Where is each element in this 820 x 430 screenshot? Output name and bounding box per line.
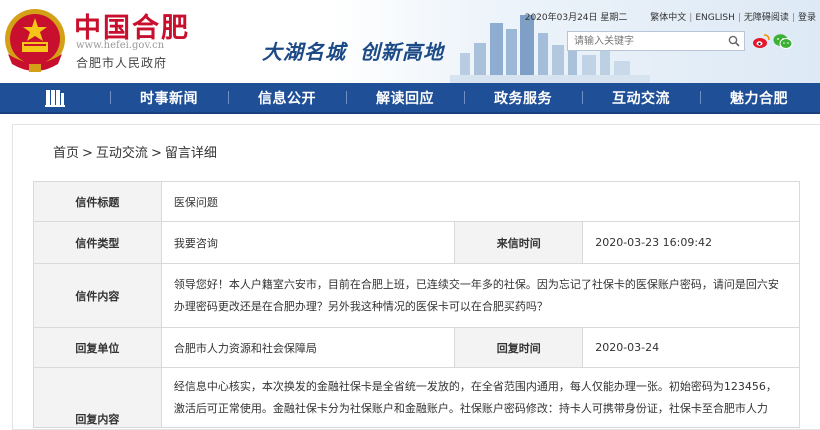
- login-link[interactable]: 登录: [798, 13, 816, 23]
- slogan-part-2: 创新高地: [360, 40, 444, 64]
- logo-subtitle: 合肥市人民政府: [76, 56, 168, 70]
- reply-content-label: 回复内容: [33, 367, 162, 428]
- accessibility-link[interactable]: 无障碍阅读: [744, 13, 789, 23]
- nav-item-interaction[interactable]: 互动交流: [582, 82, 700, 113]
- table-row: 回复单位 合肥市人力资源和社会保障局 回复时间 2020-03-24: [33, 327, 800, 368]
- nav-item-charming-hefei[interactable]: 魅力合肥: [700, 82, 818, 113]
- breadcrumb: 首页 > 互动交流 > 留言详细: [53, 146, 217, 161]
- national-emblem-icon: [5, 9, 65, 72]
- table-row: 回复内容 经信息中心核实，本次换发的金融社保卡是全省统一发放的，在全省范围内通用…: [33, 367, 801, 428]
- message-detail-table: 信件标题 医保问题 信件类型 我要咨询 来信时间 2020-03-23 16:0…: [33, 181, 801, 428]
- breadcrumb-current: 留言详细: [164, 146, 217, 161]
- search-input[interactable]: [568, 32, 724, 50]
- table-row: 信件标题 医保问题: [33, 181, 801, 222]
- breadcrumb-interaction[interactable]: 互动交流: [96, 146, 148, 161]
- home-book-icon: [45, 89, 65, 107]
- city-slogan: 大湖名城 创新高地: [262, 36, 444, 65]
- current-date: 2020年03月24日 星期二: [524, 13, 628, 23]
- weibo-icon: [753, 34, 770, 48]
- breadcrumb-home[interactable]: 首页: [53, 146, 79, 161]
- letter-title-value: 医保问题: [160, 181, 801, 222]
- slogan-part-1: 大湖名城: [262, 40, 346, 64]
- reply-unit-label: 回复单位: [33, 327, 162, 368]
- wechat-icon: [773, 33, 793, 49]
- top-utility-bar: 2020年03月24日 星期二 繁体中文 | ENGLISH | 无障碍阅读 | 登录: [524, 13, 816, 23]
- logo-url: www.hefei.gov.cn: [76, 40, 165, 51]
- letter-type-label: 信件类型: [33, 221, 162, 264]
- letter-time-value: 2020-03-23 16:09:42: [582, 221, 800, 264]
- search-icon: [728, 35, 740, 47]
- wechat-button[interactable]: [773, 31, 793, 51]
- reply-time-label: 回复时间: [454, 327, 584, 368]
- weibo-button[interactable]: [751, 31, 771, 51]
- reply-unit-value: 合肥市人力资源和社会保障局: [160, 327, 456, 368]
- message-detail-panel: 首页 > 互动交流 > 留言详细 信件标题 医保问题 信件类型 我要咨询 来信时间 20…: [12, 124, 820, 430]
- letter-content-label: 信件内容: [33, 263, 162, 328]
- site-header: 中国合肥 www.hefei.gov.cn 合肥市人民政府 大湖名城 创新高地 2…: [0, 0, 820, 83]
- main-navigation: 时事新闻 信息公开 解读回应 政务服务 互动交流 魅力合肥: [0, 83, 820, 114]
- nav-item-government-services[interactable]: 政务服务: [464, 82, 582, 113]
- table-row: 信件类型 我要咨询 来信时间 2020-03-23 16:09:42: [33, 221, 800, 264]
- english-link[interactable]: ENGLISH: [695, 13, 735, 23]
- letter-content-value: 领导您好！本人户籍室六安市，目前在合肥上班，已连续交一年多的社保。因为忘记了社保…: [160, 263, 801, 328]
- traditional-chinese-link[interactable]: 繁体中文: [650, 13, 686, 23]
- nav-item-current-news[interactable]: 时事新闻: [110, 82, 228, 113]
- letter-type-value: 我要咨询: [160, 221, 456, 264]
- nav-home-button[interactable]: [0, 82, 110, 113]
- table-row: 信件内容 领导您好！本人户籍室六安市，目前在合肥上班，已连续交一年多的社保。因为…: [33, 263, 801, 328]
- search-button[interactable]: [724, 32, 744, 50]
- search-box: [567, 31, 745, 51]
- reply-content-value: 经信息中心核实，本次换发的金融社保卡是全省统一发放的，在全省范围内通用，每人仅能…: [160, 367, 801, 428]
- nav-item-interpretation[interactable]: 解读回应: [346, 82, 464, 113]
- letter-title-label: 信件标题: [33, 181, 162, 222]
- letter-time-label: 来信时间: [454, 221, 584, 264]
- reply-time-value: 2020-03-24: [582, 327, 800, 368]
- nav-item-information-disclosure[interactable]: 信息公开: [228, 82, 346, 113]
